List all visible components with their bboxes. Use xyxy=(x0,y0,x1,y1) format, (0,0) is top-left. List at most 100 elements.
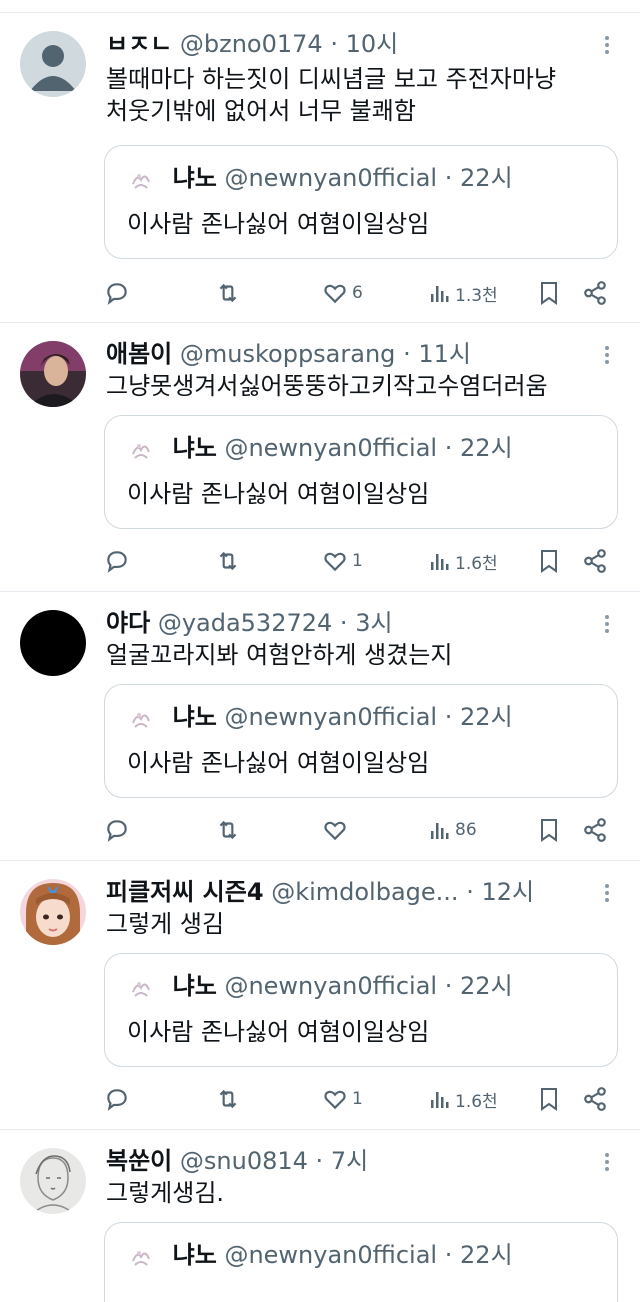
share-button[interactable] xyxy=(582,1084,608,1114)
tweet[interactable]: 야다 @yada532724 · 3시 얼굴꼬라지봐 여혐안하게 생겼는지 냐노… xyxy=(0,592,640,861)
separator-dot: · xyxy=(444,703,453,731)
quote-handle: @newnyan0fficial xyxy=(224,434,438,462)
like-icon xyxy=(324,284,346,304)
separator-dot: · xyxy=(444,434,453,462)
quote-header: 냐노 @newnyan0fficial · 22시 xyxy=(127,701,513,733)
like-button[interactable]: 1 xyxy=(322,546,363,576)
timestamp[interactable]: 12시 xyxy=(481,878,534,906)
separator-dot: · xyxy=(444,972,453,1000)
views-button[interactable]: 1.6천 xyxy=(429,546,498,576)
bookmark-button[interactable] xyxy=(537,815,561,845)
quoted-tweet[interactable]: 냐노 @newnyan0fficial · 22시 이사람 존나싫어 여혐이일상… xyxy=(104,415,618,529)
handle[interactable]: @kimdolbage... xyxy=(271,878,458,906)
avatar[interactable] xyxy=(20,1148,86,1214)
display-name[interactable]: 복쑨이 xyxy=(106,1147,172,1175)
avatar[interactable] xyxy=(20,610,86,676)
reply-icon xyxy=(107,283,127,305)
quote-timestamp: 22시 xyxy=(460,434,513,462)
handle[interactable]: @snu0814 xyxy=(180,1147,308,1175)
views-count: 1.6천 xyxy=(455,553,498,574)
views-button[interactable]: 86 xyxy=(429,815,477,845)
reply-button[interactable] xyxy=(104,1084,130,1114)
share-button[interactable] xyxy=(582,278,608,308)
tweet-text-line: 그냥못생겨서싫어뚱뚱하고키작고수염더러움 xyxy=(106,372,548,400)
timestamp[interactable]: 7시 xyxy=(331,1147,368,1175)
tweet[interactable]: 피클저씨 시즌4 @kimdolbage... · 12시 그렇게 생김 냐노 … xyxy=(0,861,640,1130)
quote-handle: @newnyan0fficial xyxy=(224,164,438,192)
timestamp[interactable]: 10시 xyxy=(346,30,399,58)
separator-dot: · xyxy=(339,609,348,637)
retweet-button[interactable] xyxy=(215,278,241,308)
display-name[interactable]: 피클저씨 시즌4 xyxy=(106,878,264,906)
like-button[interactable]: 6 xyxy=(322,278,363,308)
display-name[interactable]: ㅂㅈㄴ xyxy=(106,30,172,58)
top-divider xyxy=(0,0,640,13)
action-bar: 86 xyxy=(0,815,640,845)
display-name[interactable]: 애봄이 xyxy=(106,340,172,368)
quote-avatar xyxy=(127,166,155,192)
quoted-tweet[interactable]: 냐노 @newnyan0fficial · 22시 이사람 존나싫어 여혐이일상… xyxy=(104,953,618,1067)
handle[interactable]: @bzno0174 xyxy=(180,30,323,58)
more-icon[interactable] xyxy=(598,612,616,638)
reply-button[interactable] xyxy=(104,278,130,308)
sketch-avatar-icon xyxy=(20,1148,86,1214)
tweet-header: 복쑨이 @snu0814 · 7시 xyxy=(106,1144,368,1178)
tweet[interactable]: 애봄이 @muskoppsarang · 11시 그냥못생겨서싫어뚱뚱하고키작고… xyxy=(0,323,640,592)
views-icon xyxy=(431,286,449,302)
more-icon[interactable] xyxy=(598,1150,616,1176)
bookmark-button[interactable] xyxy=(537,546,561,576)
handle[interactable]: @yada532724 xyxy=(158,609,332,637)
timestamp[interactable]: 11시 xyxy=(418,340,471,368)
retweet-button[interactable] xyxy=(215,1084,241,1114)
retweet-button[interactable] xyxy=(215,815,241,845)
reply-button[interactable] xyxy=(104,815,130,845)
retweet-icon xyxy=(219,1089,237,1109)
quote-text: 이사람 존나싫어 여혐이일상임 xyxy=(127,1018,430,1046)
profile-photo-icon xyxy=(20,341,86,407)
tweet-text: 볼때마다 하는짓이 디씨념글 보고 주전자마냥 처웃기밖에 없어서 너무 불쾌함 xyxy=(106,63,626,127)
avatar[interactable] xyxy=(20,31,86,97)
avatar[interactable] xyxy=(20,341,86,407)
avatar[interactable] xyxy=(20,879,86,945)
tweet-text: 그렇게 생김 xyxy=(106,908,626,940)
retweet-button[interactable] xyxy=(215,546,241,576)
more-icon[interactable] xyxy=(598,33,616,59)
display-name[interactable]: 야다 xyxy=(106,609,150,637)
profile-photo-icon xyxy=(20,879,86,945)
tweet-text: 얼굴꼬라지봐 여혐안하게 생겼는지 xyxy=(106,639,626,671)
quote-handle: @newnyan0fficial xyxy=(224,1241,438,1269)
timestamp[interactable]: 3시 xyxy=(355,609,392,637)
reply-button[interactable] xyxy=(104,546,130,576)
quoted-tweet[interactable]: 냐노 @newnyan0fficial · 22시 이사람 존나싫어 여혐이일상… xyxy=(104,145,618,259)
more-icon[interactable] xyxy=(598,881,616,907)
views-button[interactable]: 1.6천 xyxy=(429,1084,498,1114)
bookmark-icon xyxy=(541,282,557,305)
views-button[interactable]: 1.3천 xyxy=(429,278,498,308)
bookmark-button[interactable] xyxy=(537,278,561,308)
tweet[interactable]: ㅂㅈㄴ @bzno0174 · 10시 볼때마다 하는짓이 디씨념글 보고 주전… xyxy=(0,13,640,323)
like-count: 1 xyxy=(352,1089,363,1109)
more-icon[interactable] xyxy=(598,343,616,369)
bookmark-button[interactable] xyxy=(537,1084,561,1114)
quote-display-name: 냐노 xyxy=(172,972,217,1000)
quote-header: 냐노 @newnyan0fficial · 22시 xyxy=(127,432,513,464)
quote-avatar xyxy=(127,705,155,731)
share-icon xyxy=(584,1087,606,1111)
like-button[interactable] xyxy=(322,815,352,845)
like-button[interactable]: 1 xyxy=(322,1084,363,1114)
views-count: 86 xyxy=(455,820,477,840)
tweet[interactable]: 복쑨이 @snu0814 · 7시 그렇게생김. 냐노 @newnyan0ffi… xyxy=(0,1130,640,1302)
tweet-header: 애봄이 @muskoppsarang · 11시 xyxy=(106,337,471,371)
retweet-icon xyxy=(219,820,237,840)
views-icon xyxy=(431,823,449,839)
share-button[interactable] xyxy=(582,815,608,845)
quote-text: 이사람 존나싫어 여혐이일상임 xyxy=(127,480,430,508)
separator-dot: · xyxy=(444,1241,453,1269)
quoted-tweet[interactable]: 냐노 @newnyan0fficial · 22시 이사람 존나싫어 여혐이일상… xyxy=(104,684,618,798)
quoted-tweet[interactable]: 냐노 @newnyan0fficial · 22시 xyxy=(104,1222,618,1302)
handle[interactable]: @muskoppsarang xyxy=(180,340,396,368)
bookmark-icon xyxy=(541,1088,557,1111)
share-button[interactable] xyxy=(582,546,608,576)
black-avatar-icon xyxy=(20,610,86,676)
quote-timestamp: 22시 xyxy=(460,972,513,1000)
